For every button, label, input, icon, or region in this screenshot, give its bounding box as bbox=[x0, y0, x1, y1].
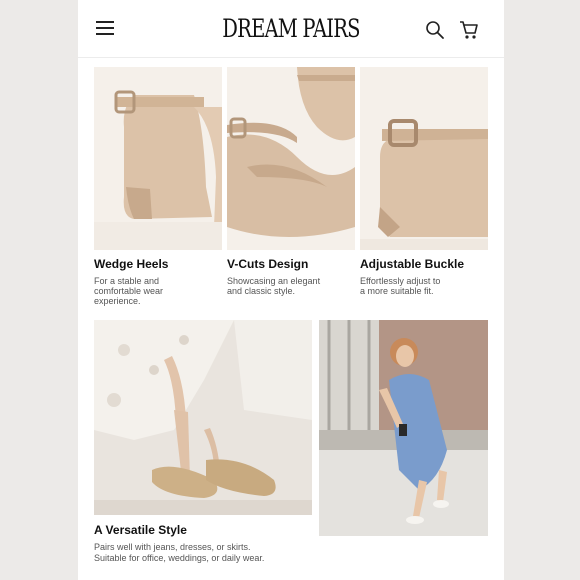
product-detail-page: DREAM PAIRS Wedge Heels For a stable and… bbox=[78, 0, 504, 580]
street-lifestyle-photo bbox=[319, 320, 488, 536]
feature-desc-line: experience. bbox=[94, 296, 141, 306]
feature-desc-line: Showcasing an elegant bbox=[227, 276, 321, 286]
search-icon[interactable] bbox=[425, 20, 445, 40]
wedding-lifestyle-photo bbox=[94, 320, 312, 515]
feature-desc-line: For a stable and bbox=[94, 276, 160, 286]
v-cuts-image bbox=[227, 67, 355, 250]
feature-desc-line: a more suitable fit. bbox=[360, 286, 434, 296]
feature-title-vcut: V-Cuts Design bbox=[227, 257, 309, 271]
versatile-desc-line: Suitable for office, weddings, or daily … bbox=[94, 553, 265, 563]
feature-desc-vcut: Showcasing an elegant and classic style. bbox=[227, 276, 345, 296]
adjustable-buckle-image bbox=[360, 67, 488, 250]
feature-desc-buckle: Effortlessly adjust to a more suitable f… bbox=[360, 276, 478, 296]
feature-title-buckle: Adjustable Buckle bbox=[360, 257, 465, 271]
versatile-desc-line: Pairs well with jeans, dresses, or skirt… bbox=[94, 542, 251, 552]
versatile-desc: Pairs well with jeans, dresses, or skirt… bbox=[94, 542, 344, 564]
feature-desc-line: Effortlessly adjust to bbox=[360, 276, 441, 286]
brand-logo[interactable]: DREAM PAIRS bbox=[125, 14, 457, 43]
site-header: DREAM PAIRS bbox=[78, 0, 504, 58]
hamburger-menu-icon[interactable] bbox=[96, 20, 116, 36]
cart-icon[interactable] bbox=[458, 19, 480, 41]
versatile-title: A Versatile Style bbox=[94, 523, 187, 537]
feature-desc-wedge: For a stable and comfortable wear experi… bbox=[94, 276, 212, 306]
feature-desc-line: and classic style. bbox=[227, 286, 296, 296]
feature-title-wedge: Wedge Heels bbox=[94, 257, 169, 271]
feature-desc-line: comfortable wear bbox=[94, 286, 164, 296]
wedge-heel-image bbox=[94, 67, 222, 250]
